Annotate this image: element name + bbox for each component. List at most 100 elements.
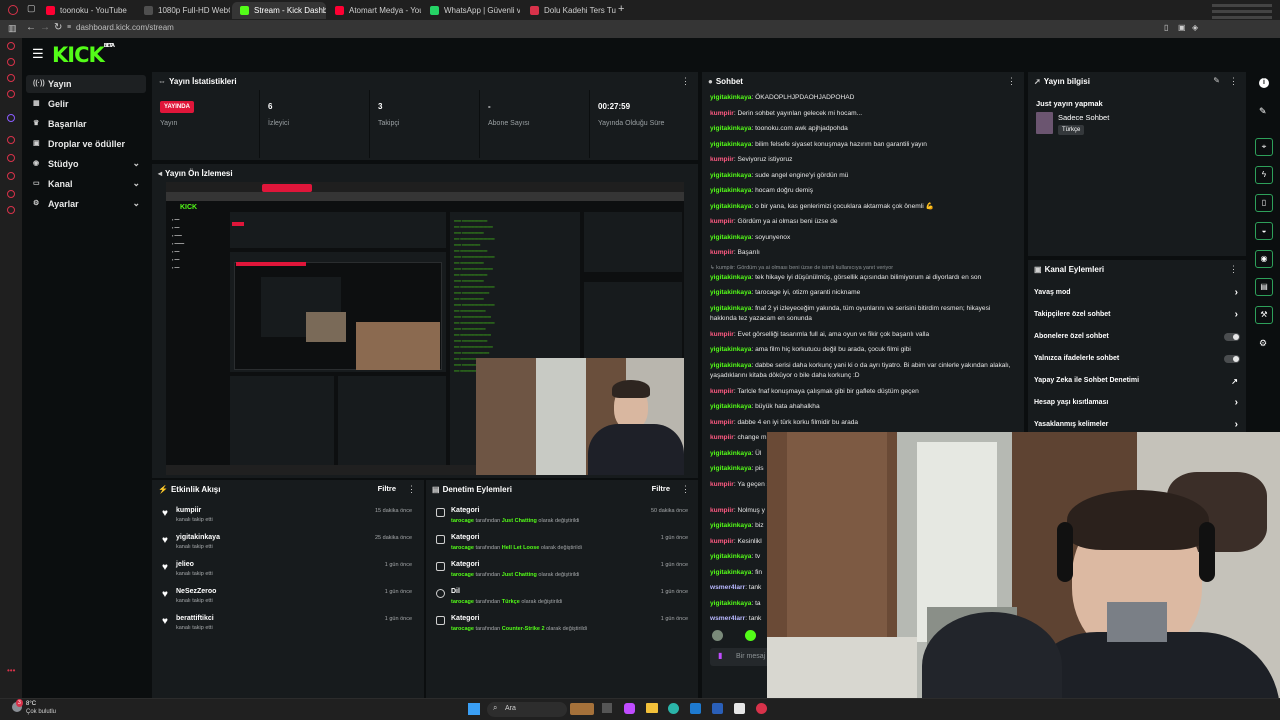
- chat-emote-icon[interactable]: [745, 630, 756, 641]
- activity-username[interactable]: yigitakinkaya: [176, 534, 220, 541]
- qa-broadcast-icon[interactable]: ◉: [1255, 250, 1273, 268]
- sidebar-app-icon[interactable]: [7, 90, 15, 98]
- activity-filter-button[interactable]: Filtre: [378, 484, 396, 493]
- browser-menu-icon[interactable]: [8, 5, 18, 15]
- qa-wrench-icon[interactable]: ⚒: [1255, 306, 1273, 324]
- chat-username[interactable]: yigitakinkaya: [710, 522, 751, 529]
- sidebar-app-icon[interactable]: [7, 206, 15, 214]
- chat-username[interactable]: yigitakinkaya: [710, 403, 751, 410]
- sidebar-app-icon[interactable]: [7, 154, 15, 162]
- settings-icon[interactable]: ⚙: [1259, 338, 1267, 349]
- qa-chat-icon[interactable]: ◒: [1255, 222, 1273, 240]
- kebab-menu-icon[interactable]: ⋮: [407, 484, 416, 495]
- kick-logo[interactable]: KICKBETA: [52, 43, 115, 67]
- channel-action-row[interactable]: Takipçilere özel sohbet ›: [1032, 306, 1244, 326]
- chat-username[interactable]: yigitakinkaya: [710, 553, 751, 560]
- chat-username[interactable]: kumpiir: [710, 434, 734, 441]
- chat-username[interactable]: kumpiir: [710, 419, 734, 426]
- channel-action-row[interactable]: Yapay Zeka ile Sohbet Denetimi ↗: [1032, 372, 1244, 392]
- kebab-menu-icon[interactable]: ⋮: [1007, 76, 1016, 87]
- kebab-menu-icon[interactable]: ⋮: [1229, 76, 1238, 87]
- taskview-icon[interactable]: [602, 703, 612, 713]
- info-icon[interactable]: i: [1259, 78, 1269, 88]
- windows-start-icon[interactable]: [468, 703, 480, 715]
- browser-tab[interactable]: Dolu Kadehi Ters Tut - Al: [522, 2, 616, 19]
- chat-username[interactable]: yigitakinkaya: [710, 172, 751, 179]
- moderator-name[interactable]: tarocage: [451, 545, 474, 551]
- browser-tab[interactable]: 1080p Full-HD WebCam: [136, 2, 230, 19]
- tab-list-icon[interactable]: ▢: [27, 3, 36, 14]
- chat-username[interactable]: yigitakinkaya: [710, 305, 751, 312]
- chat-username[interactable]: kumpiir: [710, 331, 734, 338]
- back-icon[interactable]: ←: [26, 22, 36, 33]
- chat-username[interactable]: yigitakinkaya: [710, 569, 751, 576]
- browser-tab[interactable]: toonoku - YouTube: [38, 2, 134, 19]
- chat-username[interactable]: yigitakinkaya: [710, 234, 751, 241]
- app-icon[interactable]: [690, 703, 701, 714]
- sidebar-app-icon[interactable]: [7, 42, 15, 50]
- sidebar-item[interactable]: ▦ Gelir: [26, 95, 146, 113]
- edit-icon[interactable]: ✎: [1259, 106, 1267, 117]
- moderator-name[interactable]: tarocage: [451, 626, 474, 632]
- channel-action-row[interactable]: Yalnızca ifadelerle sohbet: [1032, 350, 1244, 370]
- chat-username[interactable]: wsmer4larr: [710, 584, 745, 591]
- app-icon[interactable]: [624, 703, 635, 714]
- hamburger-menu-icon[interactable]: ☰: [32, 46, 44, 62]
- chat-username[interactable]: yigitakinkaya: [710, 600, 751, 607]
- new-tab-button[interactable]: +: [618, 3, 624, 15]
- chat-username[interactable]: yigitakinkaya: [710, 203, 751, 210]
- toggle-switch[interactable]: [1224, 333, 1240, 341]
- chat-username[interactable]: yigitakinkaya: [710, 346, 751, 353]
- chat-username[interactable]: kumpiir: [710, 156, 734, 163]
- sidebar-item[interactable]: ((·)) Yayın: [26, 75, 146, 93]
- chat-username[interactable]: yigitakinkaya: [710, 125, 751, 132]
- browser-tab[interactable]: Stream - Kick Dashboard: [232, 2, 326, 19]
- screenshot-icon[interactable]: ▣: [1178, 23, 1186, 32]
- qa-layout-icon[interactable]: ▤: [1255, 278, 1273, 296]
- chat-username[interactable]: wsmer4larr: [710, 615, 745, 622]
- chat-username[interactable]: kumpiir: [710, 110, 734, 117]
- app-icon[interactable]: [668, 703, 679, 714]
- chat-username[interactable]: kumpiir: [710, 538, 734, 545]
- channel-action-row[interactable]: Hesap yaşı kısıtlaması ›: [1032, 394, 1244, 414]
- file-explorer-icon[interactable]: [646, 703, 658, 713]
- extension-icon[interactable]: ▯: [1164, 23, 1168, 32]
- activity-username[interactable]: jelieo: [176, 561, 194, 568]
- more-icon[interactable]: •••: [7, 666, 15, 675]
- chat-username[interactable]: kumpiir: [710, 218, 734, 225]
- sidebar-toggle-icon[interactable]: ▥: [8, 23, 17, 34]
- chat-username[interactable]: yigitakinkaya: [710, 289, 751, 296]
- sidebar-app-icon[interactable]: [7, 172, 15, 180]
- sidebar-app-icon[interactable]: [7, 74, 15, 82]
- forward-icon[interactable]: →: [40, 22, 50, 33]
- chat-username[interactable]: yigitakinkaya: [710, 94, 751, 101]
- sidebar-item[interactable]: ▭ Kanal ⌄: [26, 175, 146, 193]
- activity-username[interactable]: berattiftikci: [176, 615, 214, 622]
- widgets-icon[interactable]: [570, 703, 594, 715]
- chat-username[interactable]: kumpiir: [710, 481, 734, 488]
- url-input[interactable]: dashboard.kick.com/stream: [76, 23, 174, 32]
- chat-username[interactable]: yigitakinkaya: [710, 450, 751, 457]
- qa-clip-icon[interactable]: ⌖: [1255, 138, 1273, 156]
- sidebar-app-icon[interactable]: [7, 114, 15, 122]
- app-icon[interactable]: [734, 703, 745, 714]
- qa-note-icon[interactable]: ▯: [1255, 194, 1273, 212]
- shield-icon[interactable]: ◈: [1192, 23, 1198, 32]
- reload-icon[interactable]: ↻: [54, 22, 62, 33]
- sidebar-item[interactable]: ⚙ Ayarlar ⌄: [26, 195, 146, 213]
- edit-icon[interactable]: ✎: [1213, 76, 1220, 85]
- moderation-filter-button[interactable]: Filtre: [652, 484, 670, 493]
- browser-tab[interactable]: Atomart Medya - YouTub: [327, 2, 421, 19]
- chat-username[interactable]: kumpiir: [710, 249, 734, 256]
- moderator-name[interactable]: tarocage: [451, 518, 474, 524]
- chat-username[interactable]: kumpiir: [710, 507, 734, 514]
- sidebar-app-icon[interactable]: [7, 58, 15, 66]
- sidebar-app-icon[interactable]: [7, 136, 15, 144]
- sidebar-item[interactable]: ♛ Başarılar: [26, 115, 146, 133]
- activity-username[interactable]: NeSezZeroo: [176, 588, 216, 595]
- sidebar-app-icon[interactable]: [7, 190, 15, 198]
- app-icon[interactable]: [712, 703, 723, 714]
- channel-action-row[interactable]: Yavaş mod ›: [1032, 284, 1244, 304]
- chat-username[interactable]: yigitakinkaya: [710, 187, 751, 194]
- moderator-name[interactable]: tarocage: [451, 599, 474, 605]
